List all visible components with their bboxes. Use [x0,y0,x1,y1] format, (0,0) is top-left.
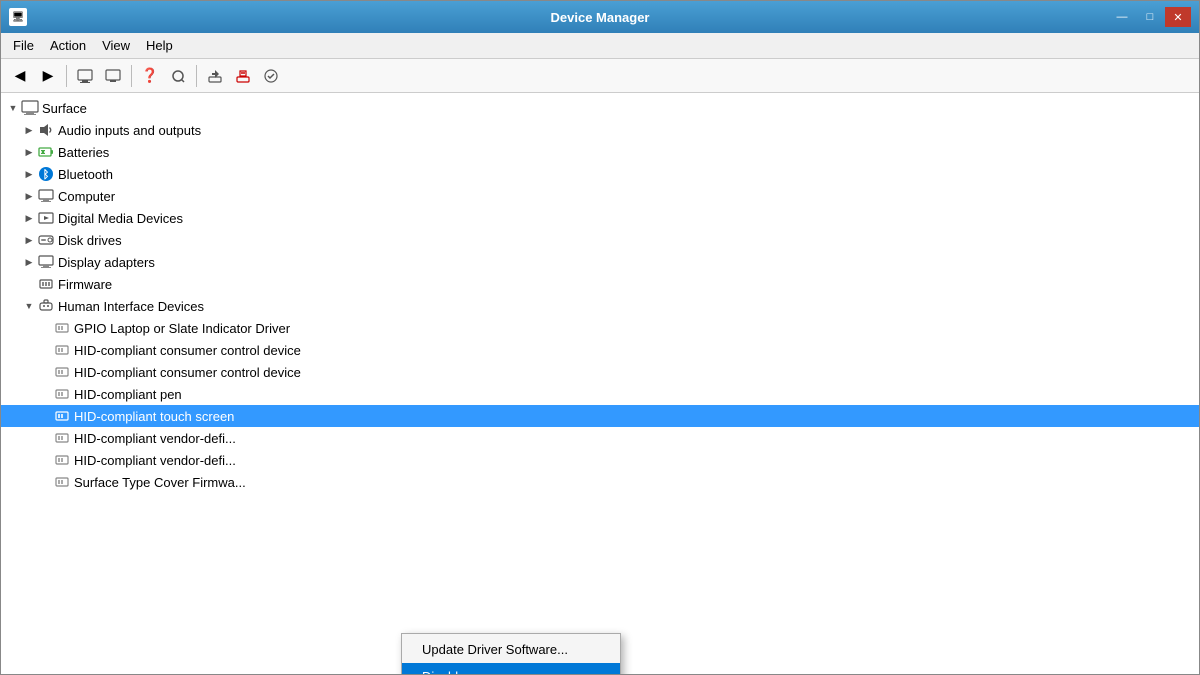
context-menu: Update Driver Software... Disable Uninst… [401,633,621,674]
gpio-label: GPIO Laptop or Slate Indicator Driver [74,321,290,336]
batteries-label: Batteries [58,145,109,160]
menu-view[interactable]: View [94,36,138,55]
digital-media-label: Digital Media Devices [58,211,183,226]
computer-icon [37,188,55,204]
hid-vendor-2-icon [53,452,71,468]
surface-type-cover-label: Surface Type Cover Firmwa... [74,475,246,490]
surface-type-cover-icon [53,474,71,490]
context-menu-disable[interactable]: Disable [402,663,620,674]
toolbar-sep-3 [196,65,197,87]
uninstall-button[interactable] [230,63,256,89]
main-window: 🖥 Device Manager — □ ✕ File Action View … [0,0,1200,675]
tree-node-hid: ▼ Human Interface Devices GPIO Laptop or… [1,295,1199,493]
expander-surface[interactable]: ▼ [5,100,21,116]
tree-row-audio[interactable]: ▶ Audio inputs and outputs [1,119,1199,141]
window-title: Device Manager [551,10,650,25]
batteries-icon [37,144,55,160]
bluetooth-icon: ᛒ [37,166,55,182]
show-devices-button[interactable] [72,63,98,89]
surface-icon [21,100,39,116]
computer-label: Computer [58,189,115,204]
forward-button[interactable]: ▶ [35,63,61,89]
tree-row-hid-vendor-2[interactable]: HID-compliant vendor-defi... [1,449,1199,471]
hid-consumer-2-label: HID-compliant consumer control device [74,365,301,380]
hid-icon [37,298,55,314]
tree-row-surface[interactable]: ▼ Surface [1,97,1199,119]
tree-row-hid-vendor-1[interactable]: HID-compliant vendor-defi... [1,427,1199,449]
hid-label: Human Interface Devices [58,299,204,314]
disk-drives-label: Disk drives [58,233,122,248]
device-tree[interactable]: ▼ Surface ▶ Audio inputs and outputs [1,93,1199,674]
menu-action[interactable]: Action [42,36,94,55]
menu-bar: File Action View Help [1,33,1199,59]
gpio-icon [53,320,71,336]
toolbar: ◀ ▶ ❓ [1,59,1199,93]
tree-row-hid-consumer-1[interactable]: HID-compliant consumer control device [1,339,1199,361]
tree-row-digital-media[interactable]: ▶ Digital Media Devices [1,207,1199,229]
properties-button[interactable]: ❓ [137,63,163,89]
tree-node-surface: ▼ Surface ▶ Audio inputs and outputs [1,97,1199,493]
audio-icon [37,122,55,138]
hid-touch-icon [53,408,71,424]
hid-vendor-2-label: HID-compliant vendor-defi... [74,453,236,468]
tree-row-batteries[interactable]: ▶ Batteries [1,141,1199,163]
surface-label: Surface [42,101,87,116]
tree-row-display-adapters[interactable]: ▶ Display adapters [1,251,1199,273]
show-hidden-button[interactable] [100,63,126,89]
tree-row-gpio[interactable]: GPIO Laptop or Slate Indicator Driver [1,317,1199,339]
toolbar-sep-1 [66,65,67,87]
display-adapters-label: Display adapters [58,255,155,270]
expander-display-adapters[interactable]: ▶ [21,254,37,270]
close-button[interactable]: ✕ [1165,7,1191,27]
expander-computer[interactable]: ▶ [21,188,37,204]
disk-drives-icon [37,232,55,248]
tree-row-disk-drives[interactable]: ▶ Disk drives [1,229,1199,251]
tree-row-hid[interactable]: ▼ Human Interface Devices [1,295,1199,317]
hid-consumer-1-label: HID-compliant consumer control device [74,343,301,358]
firmware-icon [37,276,55,292]
tree-row-hid-touch[interactable]: HID-compliant touch screen [1,405,1199,427]
menu-help[interactable]: Help [138,36,181,55]
expander-bluetooth[interactable]: ▶ [21,166,37,182]
content-area: ▼ Surface ▶ Audio inputs and outputs [1,93,1199,674]
context-menu-update-driver[interactable]: Update Driver Software... [402,636,620,663]
back-button[interactable]: ◀ [7,63,33,89]
tree-row-computer[interactable]: ▶ Computer [1,185,1199,207]
title-bar-left: 🖥 [9,8,27,26]
minimize-button[interactable]: — [1109,7,1135,27]
window-controls: — □ ✕ [1109,7,1191,27]
hid-pen-icon [53,386,71,402]
hid-pen-label: HID-compliant pen [74,387,182,402]
hid-touch-label: HID-compliant touch screen [74,409,234,424]
firmware-label: Firmware [58,277,112,292]
hid-vendor-1-icon [53,430,71,446]
tree-row-hid-consumer-2[interactable]: HID-compliant consumer control device [1,361,1199,383]
scan-button[interactable] [165,63,191,89]
tree-row-firmware[interactable]: ▶ Firmware [1,273,1199,295]
enable-button[interactable] [258,63,284,89]
tree-row-hid-pen[interactable]: HID-compliant pen [1,383,1199,405]
hid-vendor-1-label: HID-compliant vendor-defi... [74,431,236,446]
toolbar-sep-2 [131,65,132,87]
title-bar: 🖥 Device Manager — □ ✕ [1,1,1199,33]
tree-row-bluetooth[interactable]: ▶ ᛒ Bluetooth [1,163,1199,185]
expander-disk-drives[interactable]: ▶ [21,232,37,248]
menu-file[interactable]: File [5,36,42,55]
expander-audio[interactable]: ▶ [21,122,37,138]
display-adapters-icon [37,254,55,270]
hid-consumer-1-icon [53,342,71,358]
expander-hid[interactable]: ▼ [21,298,37,314]
bluetooth-label: Bluetooth [58,167,113,182]
expander-batteries[interactable]: ▶ [21,144,37,160]
maximize-button[interactable]: □ [1137,7,1163,27]
digital-media-icon [37,210,55,226]
audio-label: Audio inputs and outputs [58,123,201,138]
svg-text:ᛒ: ᛒ [43,169,50,181]
update-driver-button[interactable] [202,63,228,89]
app-icon: 🖥 [9,8,27,26]
expander-digital-media[interactable]: ▶ [21,210,37,226]
tree-row-surface-type-cover[interactable]: Surface Type Cover Firmwa... [1,471,1199,493]
hid-consumer-2-icon [53,364,71,380]
